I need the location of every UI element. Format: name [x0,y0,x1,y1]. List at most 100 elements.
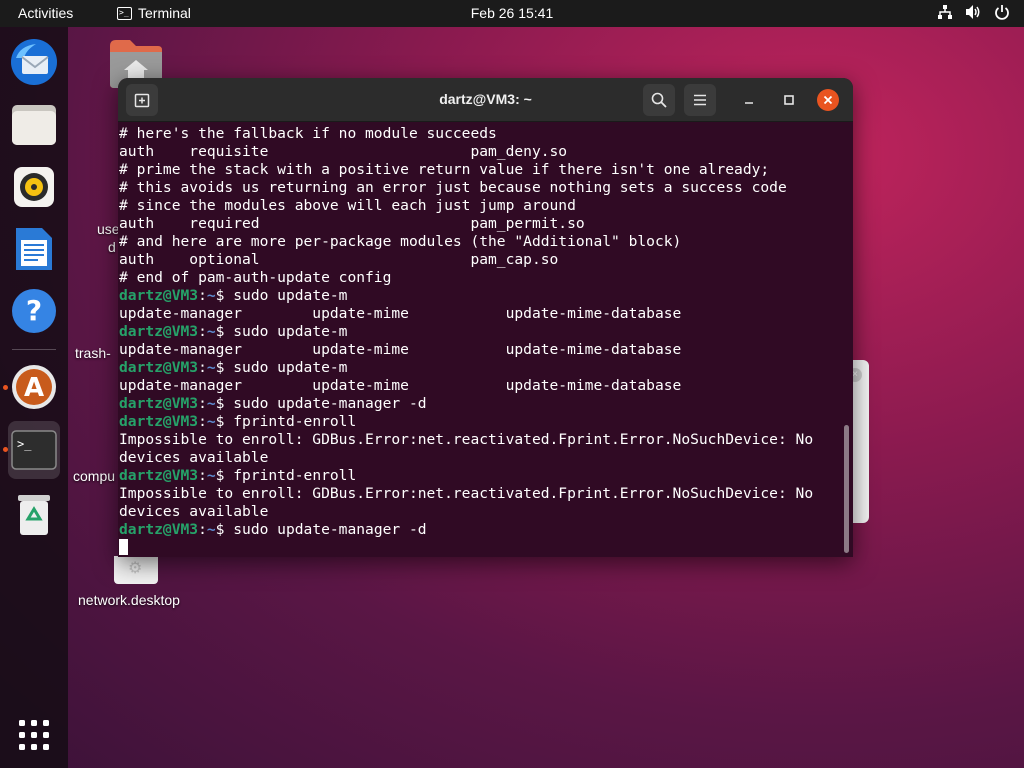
svg-text:A: A [24,373,44,403]
prompt-command: $ sudo update-m [215,359,348,376]
terminal-line: # this avoids us returning an error just… [119,179,787,196]
minimize-icon [745,102,753,104]
text-cursor [119,539,128,555]
terminal-window[interactable]: dartz@VM3: ~ # here's the fallback if no… [118,78,853,557]
prompt-line: dartz@VM3:~$ sudo update-manager -d [119,395,427,412]
desktop-label-user-2: d [108,239,116,255]
network-desktop-file[interactable]: ⚙ [114,556,158,584]
prompt-path: ~ [206,359,216,376]
prompt-user: dartz@VM3 [119,413,199,430]
input-line[interactable] [119,539,844,557]
prompt-command: $ sudo update-m [215,287,348,304]
desktop-label-trash: trash- [75,345,111,361]
dock-separator [12,349,56,350]
power-icon[interactable] [994,4,1010,20]
prompt-path: ~ [206,413,216,430]
prompt-command: $ sudo update-manager -d [215,395,427,412]
prompt-user: dartz@VM3 [119,521,199,538]
minimize-button[interactable] [738,89,760,111]
prompt-line: dartz@VM3:~$ fprintd-enroll [119,413,357,430]
terminal-line: devices available [119,503,269,520]
dock-files[interactable] [8,99,60,151]
prompt-command: $ fprintd-enroll [215,413,357,430]
dock: ? A >_ [0,27,68,768]
window-title: dartz@VM3: ~ [439,91,532,107]
terminal-line: update-manager update-mime update-mime-d… [119,377,682,394]
prompt-user: dartz@VM3 [119,467,199,484]
dock-rhythmbox[interactable] [8,161,60,213]
prompt-line: dartz@VM3:~$ sudo update-m [119,287,348,304]
terminal-line: # prime the stack with a positive return… [119,161,770,178]
terminal-line: auth required pam_permit.so [119,215,585,232]
terminal-line: # and here are more per-package modules … [119,233,682,250]
close-icon [823,95,833,105]
prompt-command: $ fprintd-enroll [215,467,357,484]
gear-icon: ⚙ [128,560,143,577]
prompt-path: ~ [206,323,216,340]
thunderbird-icon [11,39,57,85]
terminal-line: devices available [119,449,269,466]
search-icon [651,92,667,108]
help-icon: ? [12,289,56,333]
prompt-line: dartz@VM3:~$ fprintd-enroll [119,467,357,484]
dock-help[interactable]: ? [8,285,60,337]
trash-icon [18,495,50,535]
desktop-label-network: network.desktop [78,592,180,608]
terminal-line: # since the modules above will each just… [119,197,576,214]
terminal-line: auth optional pam_cap.so [119,251,559,268]
prompt-command: $ sudo update-manager -d [215,521,427,538]
prompt-user: dartz@VM3 [119,359,199,376]
menu-button[interactable] [684,84,716,116]
terminal-line: # here's the fallback if no module succe… [119,125,497,142]
prompt-line: dartz@VM3:~$ sudo update-manager -d [119,521,427,538]
scrollbar[interactable] [844,425,849,553]
clock[interactable]: Feb 26 15:41 [471,5,554,21]
app-menu[interactable]: >_ Terminal [117,5,191,21]
dock-thunderbird[interactable] [8,36,60,88]
prompt-line: dartz@VM3:~$ sudo update-m [119,359,348,376]
close-button[interactable] [817,89,839,111]
desktop-label-user: use [97,221,120,237]
terminal-line: auth requisite pam_deny.so [119,143,568,160]
system-tray[interactable] [937,4,1010,20]
terminal-line: update-manager update-mime update-mime-d… [119,341,682,358]
libreoffice-writer-icon [16,228,52,270]
terminal-line: Impossible to enroll: GDBus.Error:net.re… [119,431,814,448]
activities-button[interactable]: Activities [18,5,73,21]
terminal-icon: >_ [11,430,57,470]
prompt-user: dartz@VM3 [119,395,199,412]
prompt-path: ~ [206,521,216,538]
terminal-output[interactable]: # here's the fallback if no module succe… [118,125,844,557]
terminal-app-icon: >_ [117,6,132,20]
prompt-command: $ sudo update-m [215,323,348,340]
terminal-line: # end of pam-auth-update config [119,269,392,286]
app-grid-icon [19,720,49,750]
maximize-icon [784,95,794,105]
software-icon: A [12,365,56,409]
volume-icon[interactable] [965,4,982,20]
prompt-user: dartz@VM3 [119,287,199,304]
dock-terminal[interactable]: >_ [8,421,60,479]
dock-trash[interactable] [8,489,60,541]
network-icon[interactable] [937,4,953,20]
desktop-label-computer: compu [73,468,116,484]
new-tab-icon [134,93,150,108]
terminal-headerbar[interactable]: dartz@VM3: ~ [118,78,853,122]
prompt-line: dartz@VM3:~$ sudo update-m [119,323,348,340]
rhythmbox-icon [14,167,54,207]
svg-text:>_: >_ [17,437,32,451]
prompt-path: ~ [206,395,216,412]
files-icon [12,105,56,145]
dock-writer[interactable] [8,223,60,275]
hamburger-icon [694,94,706,106]
new-tab-button[interactable] [126,84,158,116]
app-menu-label: Terminal [138,5,191,21]
maximize-button[interactable] [778,89,800,111]
svg-text:?: ? [26,294,42,327]
show-apps-button[interactable] [18,719,50,751]
prompt-path: ~ [206,287,216,304]
dock-software[interactable]: A [8,361,60,413]
prompt-user: dartz@VM3 [119,323,199,340]
search-button[interactable] [643,84,675,116]
top-bar: Activities >_ Terminal Feb 26 15:41 [0,0,1024,27]
